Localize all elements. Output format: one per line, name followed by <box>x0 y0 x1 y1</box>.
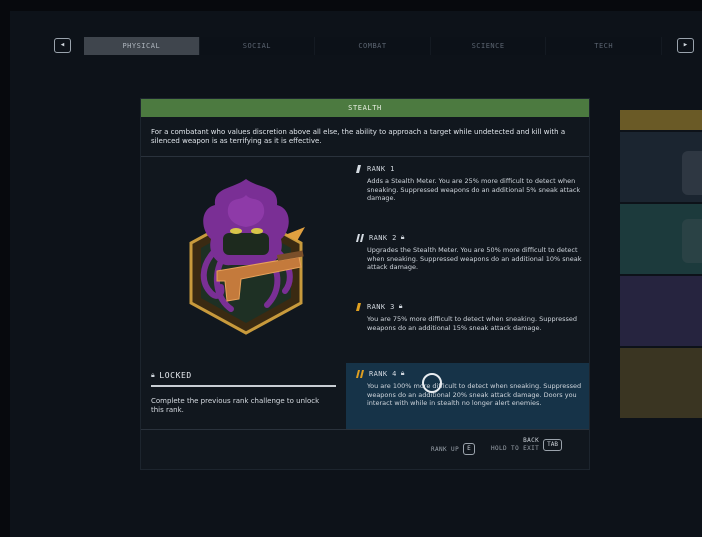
skill-detail-modal: STEALTH For a combatant who values discr… <box>141 99 589 469</box>
rank-list: RANK 1 Adds a Stealth Meter. You are 25%… <box>346 157 589 429</box>
skill-tier-header <box>620 110 702 130</box>
rank-pip-icon <box>356 165 361 173</box>
rank-item-1[interactable]: RANK 1 Adds a Stealth Meter. You are 25%… <box>346 165 589 203</box>
lock-icon: 🔒︎ <box>151 371 156 379</box>
rank-pip-icon <box>356 302 361 311</box>
tab-science[interactable]: SCIENCE <box>430 37 547 55</box>
rank-pip-icon <box>356 369 364 378</box>
arrow-right-icon: ▸ <box>682 40 689 50</box>
skill-card-thumbnail <box>682 151 702 195</box>
tab-physical[interactable]: PHYSICAL <box>84 37 200 55</box>
rank-up-label: RANK UP <box>431 445 460 453</box>
skill-card[interactable] <box>620 276 702 346</box>
arrow-left-icon: ◂ <box>59 40 66 50</box>
rank-up-action[interactable]: RANK UP E <box>431 443 475 455</box>
prev-category-button[interactable]: ◂ <box>54 38 71 53</box>
rank-item-4[interactable]: RANK 4 🔒︎ You are 100% more difficult to… <box>346 363 589 429</box>
rank-description: You are 75% more difficult to detect whe… <box>367 315 578 332</box>
modal-footer: RANK UP E BACK HOLD TO EXIT TAB <box>141 429 589 469</box>
skill-card-thumbnail <box>682 219 702 263</box>
game-screen: ◂ PHYSICAL SOCIAL COMBAT SCIENCE TECH ▸ … <box>10 11 702 537</box>
rank-description: Upgrades the Stealth Meter. You are 50% … <box>367 246 582 271</box>
rank-label: RANK 2 <box>369 233 397 242</box>
rank-up-key: E <box>463 443 475 455</box>
skill-description: For a combatant who values discretion ab… <box>151 128 566 145</box>
rank-description: You are 100% more difficult to detect wh… <box>367 382 582 407</box>
tab-social[interactable]: SOCIAL <box>199 37 316 55</box>
rank-item-2[interactable]: RANK 2 🔒︎ Upgrades the Stealth Meter. Yo… <box>346 233 589 272</box>
rank-label: RANK 4 <box>369 369 397 378</box>
category-tabs: PHYSICAL SOCIAL COMBAT SCIENCE TECH <box>84 37 662 55</box>
lock-icon: 🔒︎ <box>400 233 405 241</box>
back-key: TAB <box>543 439 562 451</box>
stealth-emblem-icon <box>189 179 305 335</box>
rank-pip-icon <box>356 233 364 242</box>
skill-title: STEALTH <box>141 99 589 117</box>
hold-to-exit-label: HOLD TO EXIT <box>491 445 540 452</box>
lock-icon: 🔒︎ <box>400 369 405 377</box>
locked-status: 🔒︎ LOCKED <box>151 371 192 380</box>
back-action[interactable]: BACK HOLD TO EXIT TAB <box>491 437 562 453</box>
cursor-ring-icon <box>422 373 442 393</box>
locked-label: LOCKED <box>159 371 192 380</box>
tab-combat[interactable]: COMBAT <box>315 37 431 55</box>
skill-card[interactable] <box>620 348 702 418</box>
tab-tech[interactable]: TECH <box>546 37 662 55</box>
locked-description: Complete the previous rank challenge to … <box>151 397 320 414</box>
back-label: BACK <box>523 437 540 444</box>
lock-icon: 🔒︎ <box>398 302 403 310</box>
rank-description: Adds a Stealth Meter. You are 25% more d… <box>367 177 581 202</box>
skill-overview-pane: 🔒︎ LOCKED Complete the previous rank cha… <box>141 157 346 429</box>
rank-label: RANK 1 <box>367 165 395 173</box>
next-category-button[interactable]: ▸ <box>677 38 694 53</box>
rank-item-3[interactable]: RANK 3 🔒︎ You are 75% more difficult to … <box>346 302 589 332</box>
rank-label: RANK 3 <box>367 302 395 311</box>
status-divider <box>151 385 336 387</box>
